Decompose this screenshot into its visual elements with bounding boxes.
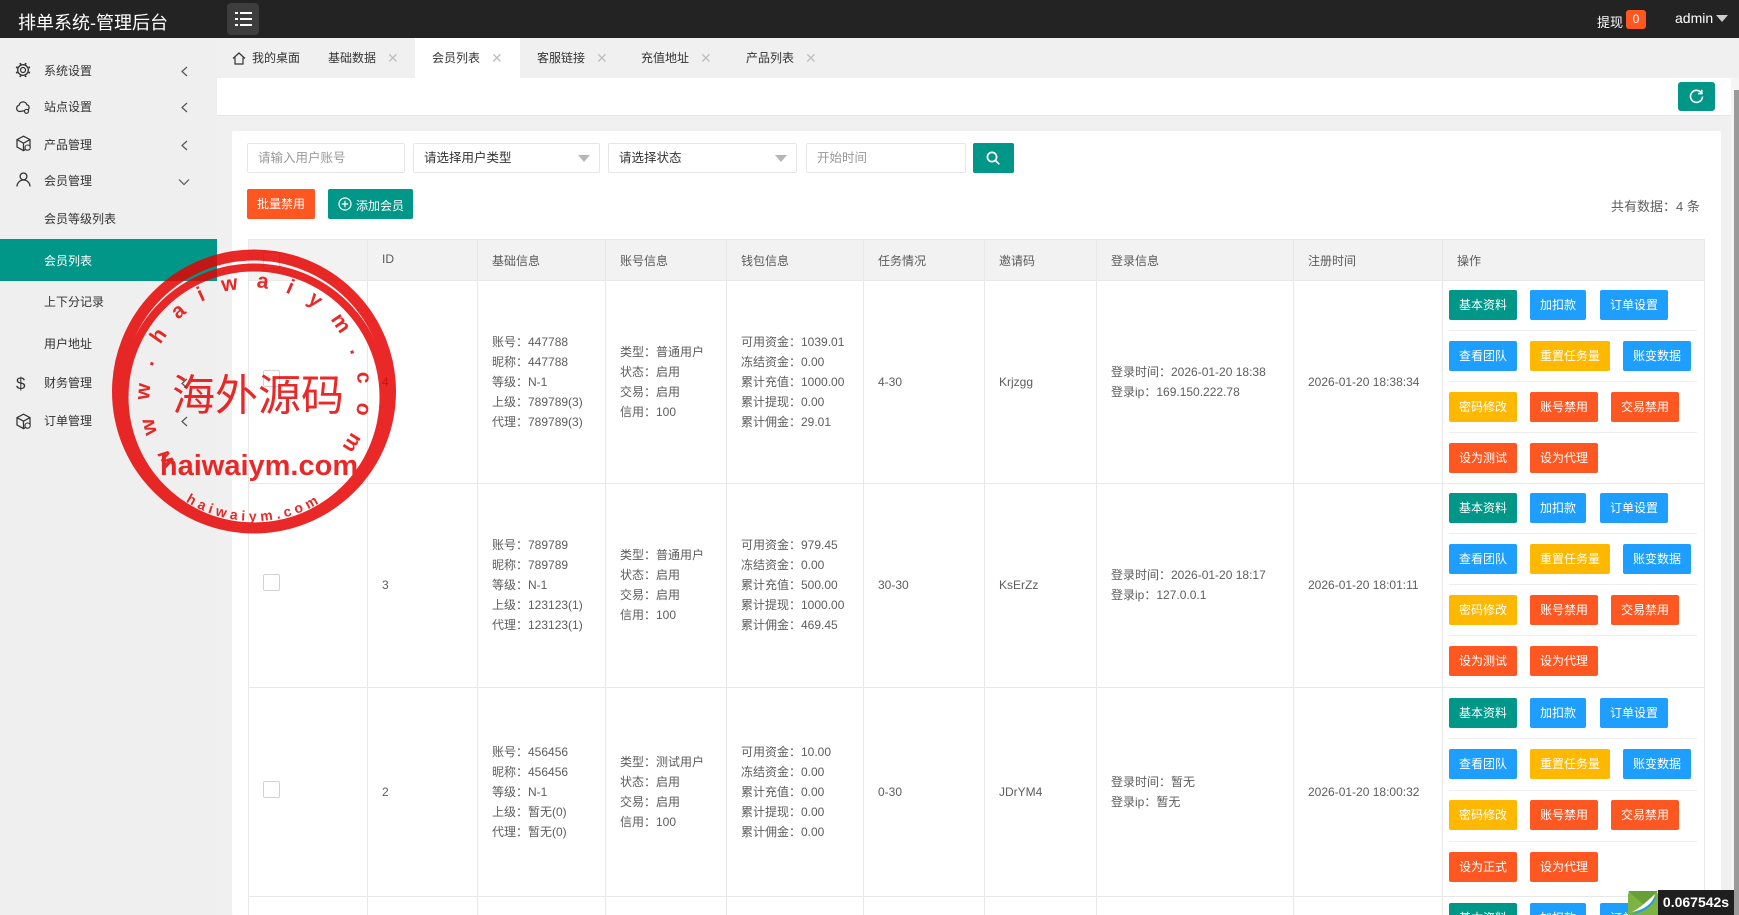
svg-text:haiwaiym.com: haiwaiym.com [160, 450, 358, 482]
svg-text:海外源码: 海外源码 [172, 374, 344, 421]
